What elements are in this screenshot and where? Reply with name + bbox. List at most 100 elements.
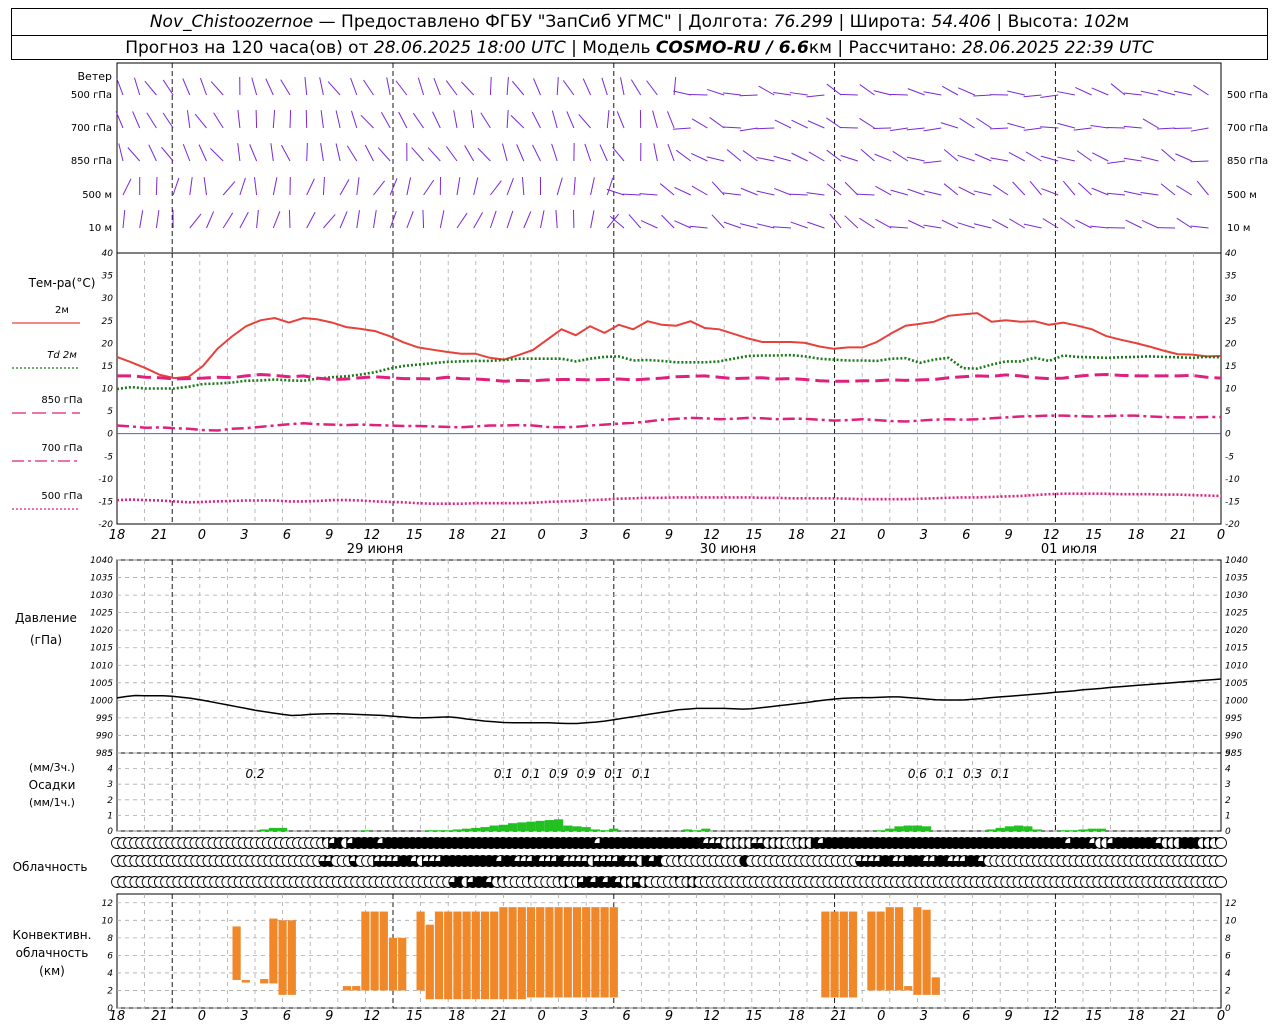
temp-y-tick-right: -10 xyxy=(1225,475,1240,485)
convective-bar xyxy=(361,911,370,991)
wind-barb xyxy=(674,220,692,229)
wind-barb xyxy=(892,150,909,162)
precip-bar xyxy=(609,828,619,831)
wind-barb xyxy=(840,155,858,162)
temp-legend-label: Td 2м xyxy=(47,350,77,361)
wind-barb xyxy=(1023,127,1042,131)
wind-barb xyxy=(691,118,708,129)
prec-amount-label: 0.1 xyxy=(632,767,651,781)
wind-barb xyxy=(1123,157,1142,162)
prec-title: Осадки xyxy=(29,778,76,792)
convective-bar xyxy=(517,907,526,1000)
wind-barb xyxy=(890,189,909,196)
precip-bar xyxy=(554,819,564,831)
wind-barb xyxy=(1125,219,1142,229)
wind-barb xyxy=(339,211,348,229)
conv-title-line: Конвективн. xyxy=(13,928,92,942)
wind-level-label-right: 700 гПа xyxy=(1227,123,1268,134)
pres-y-tick-left: 1005 xyxy=(90,679,113,689)
wind-barb xyxy=(689,93,708,96)
wind-barb xyxy=(116,77,124,96)
conv-x-tick-label: 6 xyxy=(622,1009,630,1024)
wind-barb xyxy=(992,184,1009,196)
wind-barb xyxy=(1190,225,1209,229)
precip-bar xyxy=(526,821,536,831)
wind-barb xyxy=(172,177,180,196)
wind-barb xyxy=(439,210,445,229)
prec-amount-label: 0.1 xyxy=(935,767,954,781)
wind-barb xyxy=(742,150,758,162)
conv-y-tick-left: 8 xyxy=(107,934,113,944)
convective-bar xyxy=(876,911,885,991)
wind-barb xyxy=(908,219,925,229)
wind-barb xyxy=(363,79,374,96)
wind-barb xyxy=(957,222,975,229)
wind-barb xyxy=(773,226,792,229)
pres-y-tick-right: 990 xyxy=(1225,731,1242,741)
prec-amount-label: 0.9 xyxy=(577,767,596,781)
wind-barb xyxy=(473,212,484,229)
precip-bar xyxy=(563,825,573,831)
precip-bar xyxy=(471,827,481,831)
wind-barb xyxy=(573,177,576,196)
wind-barb xyxy=(789,193,808,196)
wind-barb xyxy=(1078,182,1092,196)
wind-barb xyxy=(411,147,424,162)
wind-barb xyxy=(356,210,360,229)
wind-barb xyxy=(739,127,758,132)
temp-y-tick-left: 40 xyxy=(102,249,114,259)
precip-bar xyxy=(462,828,472,831)
wind-barb xyxy=(1009,218,1026,229)
prec-y-tick-left: 3 xyxy=(107,780,113,790)
wind-barb xyxy=(690,153,708,162)
conv-y-tick-left: 4 xyxy=(107,969,113,979)
prec-amount-label: 0.1 xyxy=(991,767,1010,781)
wind-barb xyxy=(427,147,441,162)
temp-y-tick-left: -20 xyxy=(98,520,113,530)
wind-barb xyxy=(622,193,641,196)
meteogram-chart: 18 21 0 3 6 9 12 15 18 21 0 3 6 9 12 15 18 21 0 3 6 9 12 15 18 21… xyxy=(12,62,1268,1024)
prec-amount-label: 0.1 xyxy=(521,767,540,781)
wind-barb xyxy=(676,149,692,162)
convective-bar xyxy=(232,926,241,980)
conv-x-tick-label: 0 xyxy=(198,1009,206,1024)
precip-bar xyxy=(1014,825,1024,831)
convective-bar xyxy=(554,907,563,998)
temp-x-tick-label: 18 xyxy=(1128,528,1145,543)
prec-y-tick-left: 2 xyxy=(107,796,113,806)
temp-legend-label: 2м xyxy=(55,305,69,316)
precip-bar xyxy=(590,829,600,831)
wind-barb xyxy=(139,210,144,229)
convective-bar xyxy=(269,918,278,984)
wind-barb xyxy=(630,79,642,96)
wind-barb xyxy=(673,77,677,96)
conv-y-tick-right: 8 xyxy=(1225,934,1231,944)
wind-barb xyxy=(774,119,792,129)
convective-bar xyxy=(416,911,425,991)
convective-bar xyxy=(563,907,572,998)
wind-barb xyxy=(599,144,608,162)
temp-x-tick-label: 0 xyxy=(1217,528,1225,543)
temp-x-tick-label: 18 xyxy=(109,528,126,543)
wind-barb xyxy=(122,178,132,196)
convective-bar xyxy=(287,920,296,995)
precip-bar xyxy=(1078,829,1088,831)
convective-bar xyxy=(894,907,904,991)
cloud-symbol xyxy=(1215,855,1227,867)
wind-barb xyxy=(1176,217,1193,229)
wind-barb xyxy=(653,143,658,162)
temp-y-tick-right: 5 xyxy=(1225,407,1231,417)
wind-barb xyxy=(1075,86,1092,96)
wind-barb xyxy=(722,192,741,196)
wind-barb xyxy=(1076,150,1092,162)
temp-x-tick-label: 0 xyxy=(537,528,545,543)
wind-barb xyxy=(844,215,859,229)
wind-barb xyxy=(280,79,291,96)
wind-barb xyxy=(601,77,608,96)
wind-barb xyxy=(756,223,775,229)
wind-barb xyxy=(162,112,174,129)
wind-barb xyxy=(739,94,758,97)
temp-x-tick-label: 9 xyxy=(665,528,673,543)
conv-y-tick-left: 12 xyxy=(102,899,114,909)
temp-x-tick-label: 6 xyxy=(283,528,291,543)
